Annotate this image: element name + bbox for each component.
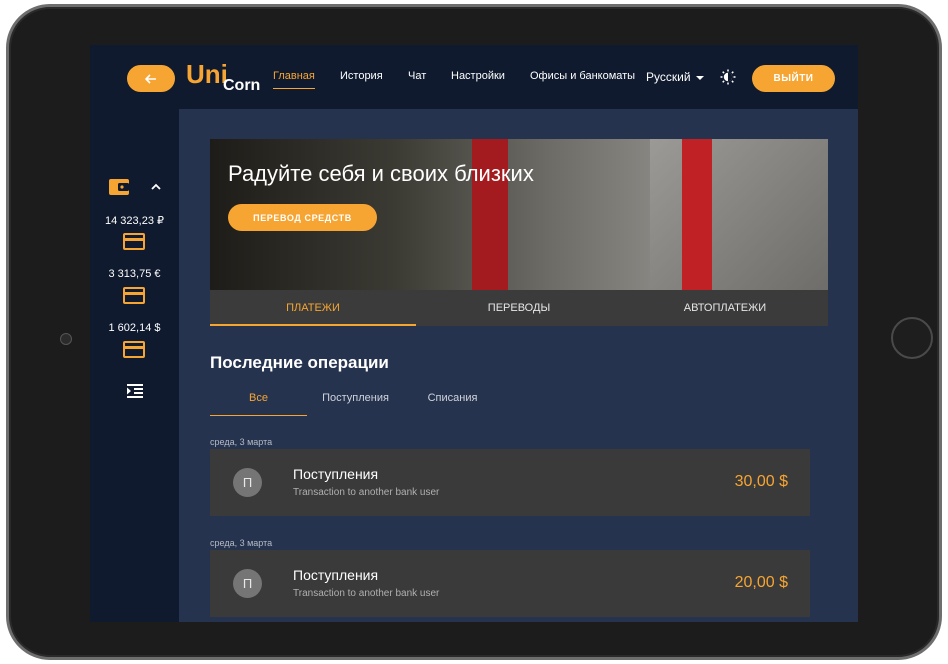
top-bar: Uni Corn Главная История Чат Настройки О…: [90, 45, 858, 109]
logout-button[interactable]: ВЫЙТИ: [752, 65, 835, 92]
logo[interactable]: Uni Corn: [186, 59, 266, 97]
payment-tabs: ПЛАТЕЖИ ПЕРЕВОДЫ АВТОПЛАТЕЖИ: [210, 290, 828, 326]
operation-date: среда, 3 марта: [210, 538, 273, 548]
banner-image-gift: [650, 139, 828, 290]
nav-settings[interactable]: Настройки: [451, 70, 505, 82]
banner-image-ribbon: [682, 139, 712, 290]
menu-collapse-icon[interactable]: [127, 384, 143, 398]
back-button[interactable]: [127, 65, 175, 92]
balance-usd: 1 602,14 $: [108, 322, 161, 334]
avatar: П: [233, 569, 262, 598]
operation-item[interactable]: П Поступления Transaction to another ban…: [210, 550, 810, 617]
nav-offices[interactable]: Офисы и банкоматы: [530, 70, 635, 82]
operation-amount: 20,00 $: [734, 574, 788, 591]
operation-amount: 30,00 $: [734, 473, 788, 490]
promo-banner: Радуйте себя и своих близких ПЕРЕВОД СРЕ…: [210, 139, 828, 290]
operation-description: Transaction to another bank user: [293, 588, 440, 599]
avatar: П: [233, 468, 262, 497]
operation-title: Поступления: [293, 567, 379, 583]
section-title: Последние операции: [210, 353, 389, 372]
nav-history[interactable]: История: [340, 70, 383, 82]
filter-expense[interactable]: Списания: [404, 386, 501, 416]
app-screen: Uni Corn Главная История Чат Настройки О…: [90, 45, 858, 622]
credit-card-icon[interactable]: [123, 341, 145, 358]
transfer-button[interactable]: ПЕРЕВОД СРЕДСТВ: [228, 204, 377, 231]
filter-income[interactable]: Поступления: [307, 386, 404, 416]
filter-all[interactable]: Все: [210, 386, 307, 416]
camera: [60, 333, 72, 345]
language-label: Русский: [646, 70, 691, 84]
logo-primary: Uni: [186, 59, 228, 89]
nav-chat[interactable]: Чат: [408, 70, 426, 82]
tab-payments[interactable]: ПЛАТЕЖИ: [210, 290, 416, 326]
chevron-up-icon[interactable]: [150, 181, 162, 193]
operation-description: Transaction to another bank user: [293, 487, 440, 498]
operations-filter: Все Поступления Списания: [210, 386, 501, 416]
tab-autopayments[interactable]: АВТОПЛАТЕЖИ: [622, 290, 828, 326]
nav-home[interactable]: Главная: [273, 70, 315, 89]
sidebar: 14 323,23 ₽ 3 313,75 € 1 602,14 $: [90, 109, 179, 622]
home-button[interactable]: [891, 317, 933, 359]
operation-date: среда, 3 марта: [210, 437, 273, 447]
language-select[interactable]: Русский: [646, 70, 704, 84]
credit-card-icon[interactable]: [123, 233, 145, 250]
balance-rub: 14 323,23 ₽: [105, 215, 164, 227]
brightness-icon[interactable]: [720, 69, 736, 85]
arrow-left-icon: [145, 73, 156, 84]
operation-item[interactable]: П Поступления Transaction to another ban…: [210, 449, 810, 516]
credit-card-icon[interactable]: [123, 287, 145, 304]
banner-title: Радуйте себя и своих близких: [228, 161, 534, 186]
caret-down-icon: [695, 76, 704, 80]
logo-secondary: Corn: [223, 77, 261, 94]
tab-transfers[interactable]: ПЕРЕВОДЫ: [416, 290, 622, 326]
wallet-icon[interactable]: [108, 178, 130, 196]
operation-title: Поступления: [293, 466, 379, 482]
balance-eur: 3 313,75 €: [108, 268, 161, 280]
